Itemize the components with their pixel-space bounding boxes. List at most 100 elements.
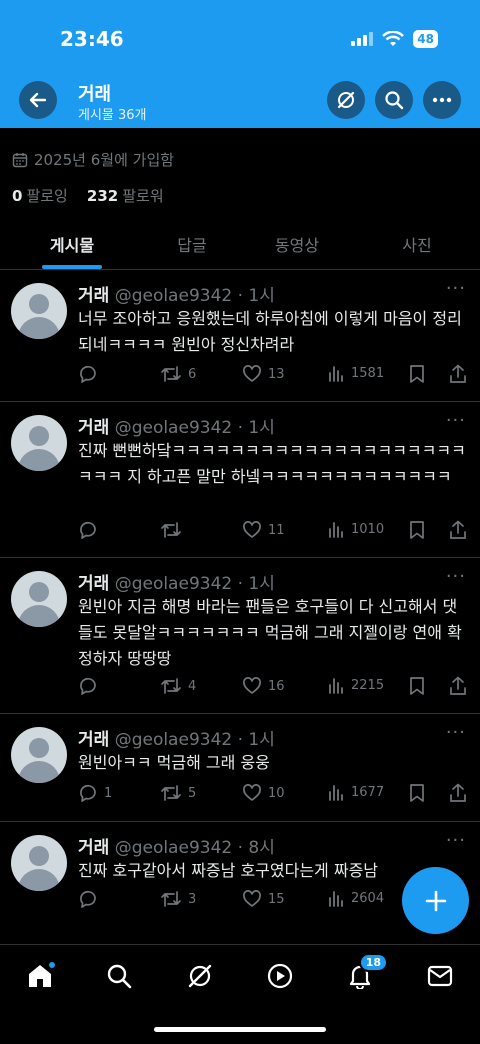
share-button[interactable] xyxy=(448,364,468,384)
views-button[interactable]: 1677 xyxy=(327,783,384,801)
post-more-icon[interactable]: ··· xyxy=(446,410,466,431)
post-time: 1시 xyxy=(248,574,275,594)
author-name[interactable]: 거래 xyxy=(78,286,109,306)
like-icon xyxy=(242,783,262,803)
bookmark-button[interactable] xyxy=(408,783,426,803)
avatar[interactable] xyxy=(11,283,67,339)
bookmark-icon xyxy=(408,520,426,540)
like-icon xyxy=(242,520,262,540)
bookmark-icon xyxy=(408,783,426,803)
follow-stats: 0 팔로잉 232 팔로워 xyxy=(12,185,164,206)
more-options-button[interactable] xyxy=(423,81,461,119)
author-handle[interactable]: @geolae9342 xyxy=(115,286,233,306)
views-button[interactable]: 1010 xyxy=(327,520,384,538)
search-button[interactable] xyxy=(375,81,413,119)
author-handle[interactable]: @geolae9342 xyxy=(115,574,233,594)
repost-button[interactable]: 5 xyxy=(160,783,196,803)
reply-button[interactable] xyxy=(78,364,104,384)
header-post-count: 게시물 36개 xyxy=(78,108,147,123)
like-button[interactable]: 11 xyxy=(242,520,285,540)
like-icon xyxy=(242,364,262,384)
reply-button[interactable] xyxy=(78,676,104,696)
author-handle[interactable]: @geolae9342 xyxy=(115,838,233,858)
post-more-icon[interactable]: ··· xyxy=(446,830,466,851)
avatar[interactable] xyxy=(11,571,67,627)
tab-posts[interactable]: 게시물 xyxy=(50,232,94,256)
reply-icon xyxy=(78,783,98,803)
home-unread-dot xyxy=(48,961,56,969)
like-count: 16 xyxy=(268,678,285,694)
grok-button[interactable] xyxy=(327,81,365,119)
bookmark-button[interactable] xyxy=(408,364,426,384)
nav-messages[interactable] xyxy=(420,959,460,993)
bookmark-button[interactable] xyxy=(408,676,426,696)
share-button[interactable] xyxy=(448,520,468,540)
repost-button[interactable]: 6 xyxy=(160,364,196,384)
post-item[interactable]: 거래 @geolae9342 · 1시 ··· 원빈아ㅋㅋ 먹금해 그래 웅웅 … xyxy=(0,714,480,822)
tab-videos[interactable]: 동영상 xyxy=(275,232,319,256)
followers-link[interactable]: 232 팔로워 xyxy=(87,187,164,205)
avatar[interactable] xyxy=(11,415,67,471)
views-count: 1010 xyxy=(351,521,385,537)
like-button[interactable]: 10 xyxy=(242,783,285,803)
like-button[interactable]: 13 xyxy=(242,364,285,384)
bottom-nav: 18 xyxy=(0,944,480,1044)
following-link[interactable]: 0 팔로잉 xyxy=(12,187,68,205)
bookmark-button[interactable] xyxy=(408,520,426,540)
author-name[interactable]: 거래 xyxy=(78,418,109,438)
reply-icon xyxy=(78,889,98,909)
calendar-icon xyxy=(12,152,28,167)
reply-button[interactable] xyxy=(78,520,104,540)
followers-count: 232 xyxy=(86,187,119,205)
author-name[interactable]: 거래 xyxy=(78,838,109,858)
post-item[interactable]: 거래 @geolae9342 · 1시 ··· 진짜 뻔뻔하닼ㅋㅋㅋㅋㅋㅋㅋㅋㅋ… xyxy=(0,402,480,558)
repost-button[interactable]: 4 xyxy=(160,676,196,696)
author-name[interactable]: 거래 xyxy=(78,730,109,750)
repost-button[interactable] xyxy=(160,520,188,540)
post-more-icon[interactable]: ··· xyxy=(446,722,466,743)
nav-video[interactable] xyxy=(260,959,300,993)
author-name[interactable]: 거래 xyxy=(78,574,109,594)
post-more-icon[interactable]: ··· xyxy=(446,278,466,299)
repost-icon xyxy=(160,676,182,696)
post-text: 원빈아ㅋㅋ 먹금해 그래 웅웅 xyxy=(78,753,270,772)
share-button[interactable] xyxy=(448,676,468,696)
post-item[interactable]: 거래 @geolae9342 · 1시 ··· 너무 조아하고 응원했는데 하루… xyxy=(0,270,480,402)
like-button[interactable]: 15 xyxy=(242,889,285,909)
views-count: 2604 xyxy=(351,890,385,906)
header-title: 거래 xyxy=(78,84,112,105)
repost-button[interactable]: 3 xyxy=(160,889,196,909)
post-more-icon[interactable]: ··· xyxy=(446,566,466,587)
author-handle[interactable]: @geolae9342 xyxy=(115,418,233,438)
post-item[interactable]: 거래 @geolae9342 · 1시 ··· 원빈아 지금 해명 바라는 팬들… xyxy=(0,558,480,714)
back-button[interactable] xyxy=(19,81,57,119)
views-button[interactable]: 2215 xyxy=(327,676,384,694)
author-handle[interactable]: @geolae9342 xyxy=(115,730,233,750)
repost-count: 5 xyxy=(188,785,197,801)
share-icon xyxy=(448,364,468,384)
nav-notifications[interactable]: 18 xyxy=(340,953,388,993)
reply-button[interactable] xyxy=(78,889,104,909)
share-button[interactable] xyxy=(448,783,468,803)
profile-header: 23:46 48 거래 게시물 36개 xyxy=(0,0,480,128)
search-icon xyxy=(385,91,404,110)
reply-button[interactable]: 1 xyxy=(78,783,112,803)
views-button[interactable]: 1581 xyxy=(327,364,384,382)
compose-button[interactable] xyxy=(402,867,469,934)
views-icon xyxy=(327,676,345,694)
tab-photos[interactable]: 사진 xyxy=(402,232,431,256)
status-icons: 48 xyxy=(351,30,438,48)
nav-home[interactable] xyxy=(20,959,60,993)
like-button[interactable]: 16 xyxy=(242,676,285,696)
nav-grok[interactable] xyxy=(180,959,220,993)
nav-explore[interactable] xyxy=(99,959,139,993)
views-button[interactable]: 2604 xyxy=(327,889,384,907)
followers-label: 팔로워 xyxy=(122,187,164,205)
following-count: 0 xyxy=(12,187,23,205)
home-indicator xyxy=(154,1027,326,1032)
back-arrow-icon xyxy=(29,92,47,108)
avatar[interactable] xyxy=(11,835,67,891)
views-count: 1677 xyxy=(351,784,385,800)
tab-replies[interactable]: 답글 xyxy=(177,232,206,256)
avatar[interactable] xyxy=(11,727,67,783)
